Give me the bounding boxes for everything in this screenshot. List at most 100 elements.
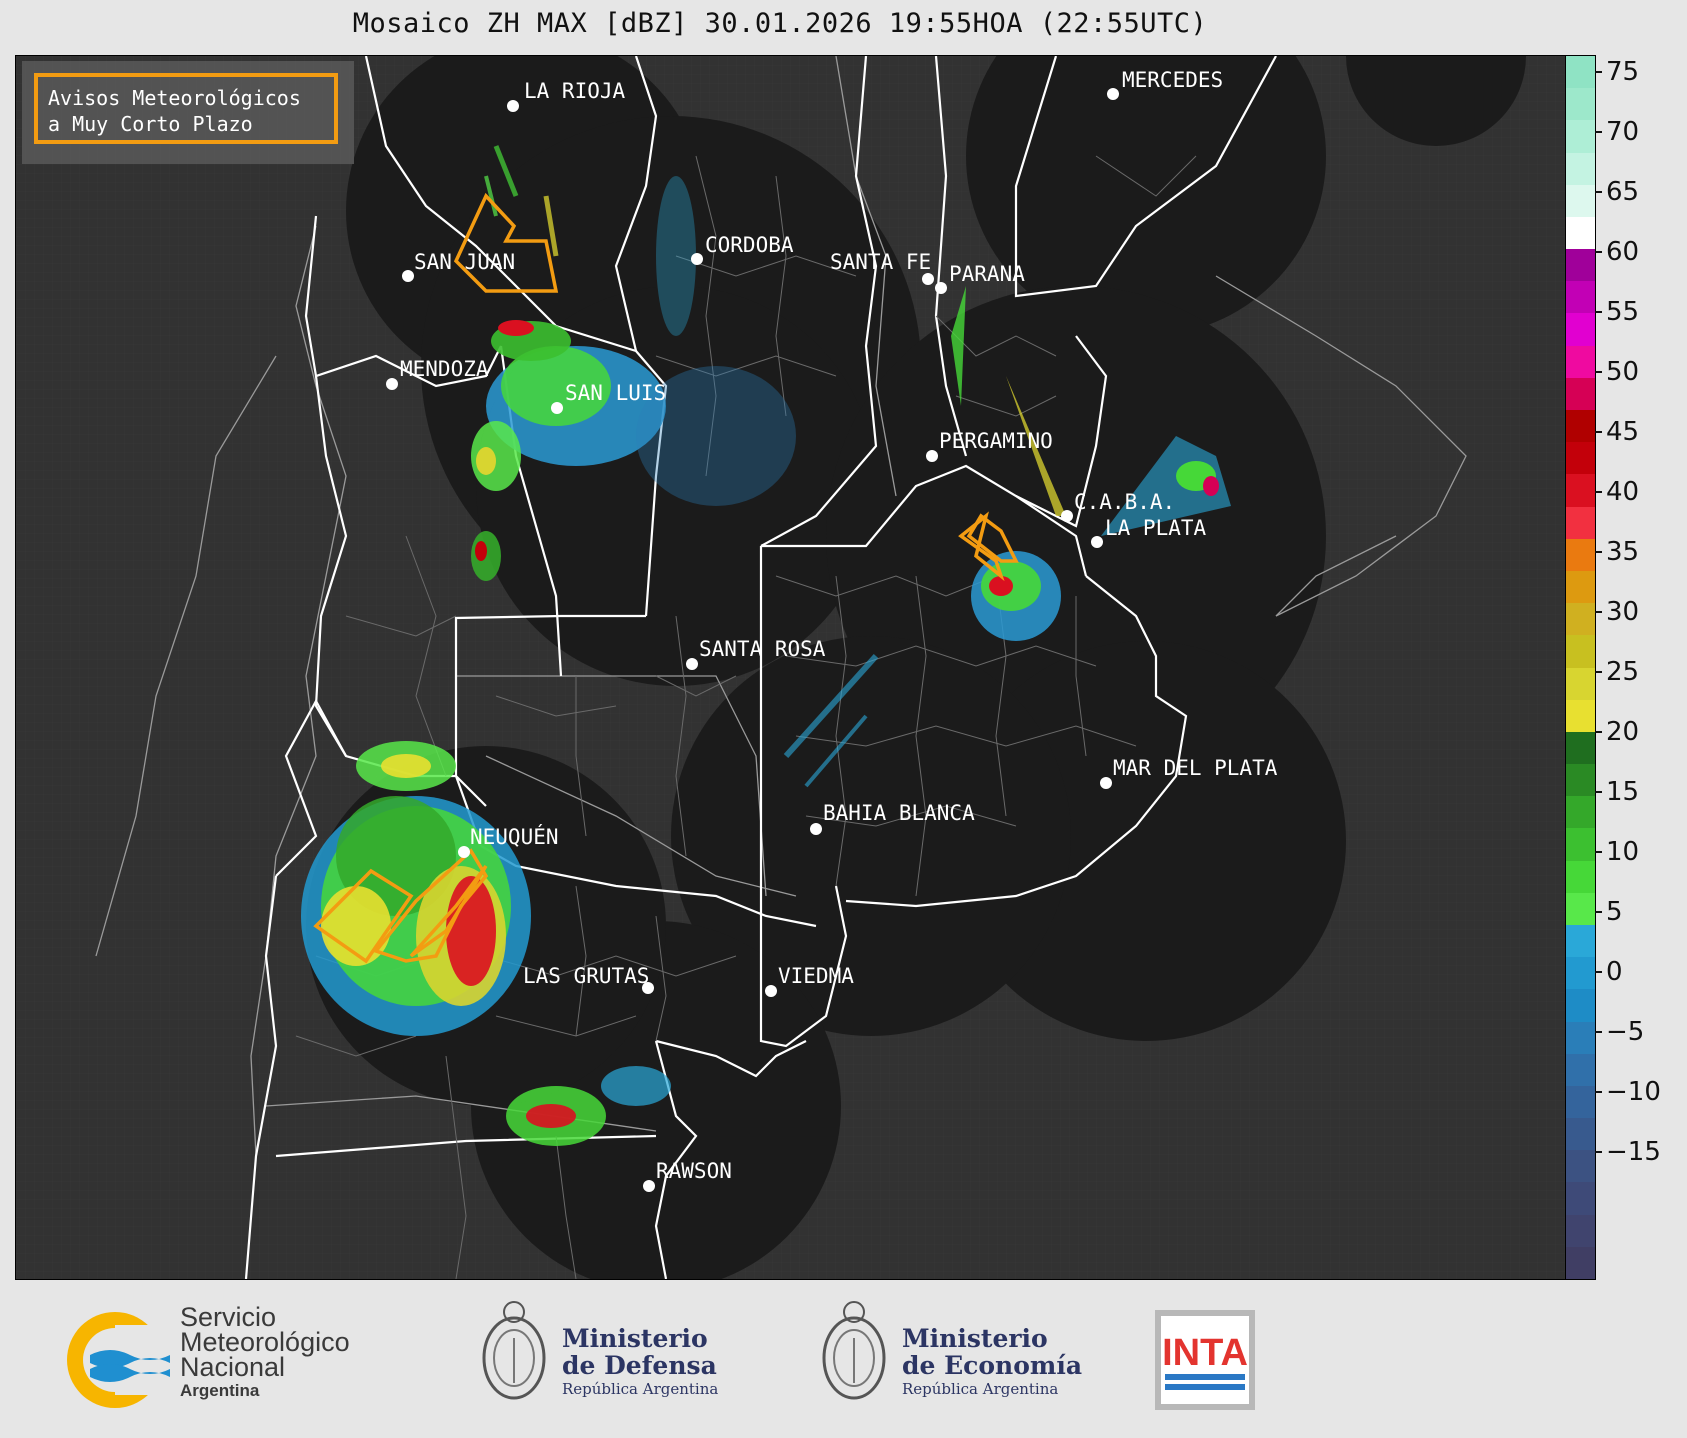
alert-legend: Avisos Meteorológicos a Muy Corto Plazo [34, 73, 338, 144]
city-marker [1061, 510, 1073, 522]
colorbar-segment [1566, 764, 1595, 798]
colorbar-tick [1595, 911, 1602, 913]
colorbar-segment [1566, 1021, 1595, 1055]
radar-map[interactable]: LA RIOJA SAN JUAN CORDOBA SANTA FE PARAN… [15, 55, 1567, 1280]
city-marker [386, 378, 398, 390]
city-marker [551, 402, 563, 414]
colorbar-segment [1566, 1246, 1595, 1279]
colorbar-segment [1566, 313, 1595, 347]
colorbar-tick [1595, 491, 1602, 493]
colorbar-segment [1566, 1214, 1595, 1248]
colorbar-tick [1595, 731, 1602, 733]
colorbar-segment [1566, 957, 1595, 991]
city-label: BAHIA BLANCA [823, 801, 975, 825]
colorbar-segment [1566, 377, 1595, 411]
colorbar-segment [1566, 184, 1595, 218]
colorbar-tick-label: −10 [1606, 1077, 1661, 1107]
colorbar-tick [1595, 791, 1602, 793]
city-marker [810, 823, 822, 835]
colorbar-tick-label: 35 [1606, 537, 1640, 567]
colorbar-tick [1595, 1151, 1602, 1153]
colorbar-tick [1595, 311, 1602, 313]
city-label: C.A.B.A. [1074, 490, 1175, 514]
colorbar-tick-label: 50 [1606, 357, 1640, 387]
colorbar-tick [1595, 1091, 1602, 1093]
city-label: RAWSON [656, 1159, 732, 1183]
colorbar-tick [1595, 611, 1602, 613]
city-label: PARANA [949, 262, 1025, 286]
city-marker [765, 985, 777, 997]
city-label: SAN LUIS [565, 381, 666, 405]
colorbar-tick [1595, 1031, 1602, 1033]
colorbar [1565, 55, 1596, 1280]
colorbar-tick-label: 75 [1606, 57, 1640, 87]
colorbar-tick [1595, 851, 1602, 853]
echo-south-san-luis-core [475, 541, 487, 561]
colorbar-tick-label: 65 [1606, 177, 1640, 207]
colorbar-segment [1566, 410, 1595, 444]
echo-mendoza-core [476, 447, 496, 475]
colorbar-segment [1566, 281, 1595, 315]
colorbar-tick [1595, 371, 1602, 373]
colorbar-segment [1566, 56, 1595, 90]
smn-line3: Nacional [180, 1352, 286, 1382]
colorbar-tick-label: 60 [1606, 237, 1640, 267]
colorbar-tick [1595, 131, 1602, 133]
economia-line2: de Economía [902, 1351, 1083, 1380]
city-label: LA RIOJA [524, 79, 626, 103]
colorbar-tick [1595, 431, 1602, 433]
echo-neuquen-far-north-core [381, 754, 431, 778]
colorbar-tick-label: 55 [1606, 297, 1640, 327]
smn-wordmark: Servicio Meteorológico Nacional Argentin… [180, 1304, 350, 1402]
colorbar-segment [1566, 120, 1595, 154]
colorbar-tick-label: 15 [1606, 777, 1640, 807]
colorbar-tick [1595, 191, 1602, 193]
city-marker [691, 253, 703, 265]
colorbar-tick-label: 5 [1606, 897, 1623, 927]
colorbar-segment [1566, 88, 1595, 122]
city-marker [1100, 777, 1112, 789]
city-label: SAN JUAN [414, 250, 515, 274]
city-label: LA PLATA [1105, 516, 1207, 540]
colorbar-tick-label: 0 [1606, 957, 1623, 987]
city-marker [686, 658, 698, 670]
colorbar-segment [1566, 538, 1595, 572]
smn-logo-icon [67, 1312, 170, 1408]
city-marker [458, 846, 470, 858]
colorbar-tick-label: 25 [1606, 657, 1640, 687]
colorbar-segment [1566, 152, 1595, 186]
city-marker [643, 1180, 655, 1192]
echo-pergamino-core [989, 576, 1013, 596]
colorbar-segment [1566, 570, 1595, 605]
defensa-wordmark: Ministerio de Defensa República Argentin… [562, 1325, 718, 1399]
smn-line4: Argentina [180, 1381, 260, 1400]
footer: Servicio Meteorológico Nacional Argentin… [0, 1280, 1687, 1438]
economia-wordmark: Ministerio de Economía República Argenti… [902, 1325, 1082, 1399]
colorbar-tick-label: 40 [1606, 477, 1640, 507]
colorbar-segment [1566, 249, 1595, 283]
colorbar-segment [1566, 796, 1595, 830]
alert-legend-line2: a Muy Corto Plazo [48, 112, 253, 136]
city-label: PERGAMINO [939, 429, 1053, 453]
colorbar-segment [1566, 603, 1595, 637]
colorbar-segment [1566, 1085, 1595, 1120]
colorbar-segment [1566, 1150, 1595, 1184]
radar-map-svg: LA RIOJA SAN JUAN CORDOBA SANTA FE PARAN… [16, 56, 1566, 1279]
colorbar-tick-label: 70 [1606, 117, 1640, 147]
city-marker [922, 273, 934, 285]
colorbar-segment [1566, 699, 1595, 733]
city-label: NEUQUÉN [470, 824, 559, 849]
city-label: VIEDMA [778, 964, 854, 988]
city-label: MENDOZA [400, 357, 489, 381]
colorbar-tick [1595, 251, 1602, 253]
defensa-line3: República Argentina [562, 1380, 719, 1398]
colorbar-tick-label: −5 [1606, 1017, 1645, 1047]
echo-cordoba-north [656, 176, 696, 336]
colorbar-tick-label: 30 [1606, 597, 1640, 627]
echo-las-grutas-core [526, 1104, 576, 1128]
city-label: SANTA FE [830, 250, 931, 274]
city-marker [402, 270, 414, 282]
city-label: MAR DEL PLATA [1113, 756, 1278, 780]
colorbar-segment [1566, 216, 1595, 251]
colorbar-segment [1566, 924, 1595, 959]
